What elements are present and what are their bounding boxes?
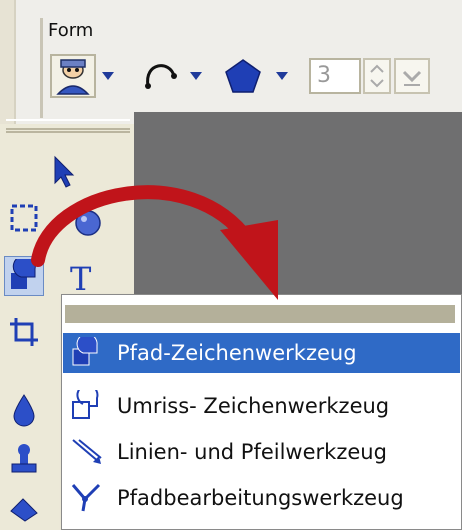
menu-item-label: Pfad-Zeichenwerkzeug [117,341,357,365]
bar-separator [0,0,16,124]
menu-item-line-arrow-tool[interactable]: Linien- und Pfeilwerkzeug [63,432,460,472]
sides-spinner-buttons[interactable] [363,58,391,94]
sides-count-input[interactable]: 3 [309,58,361,94]
form-group-label: Form [48,20,94,41]
group-divider [40,18,43,118]
shape-preset-button[interactable] [50,54,96,98]
toolbox-grip-line [6,127,130,133]
polygon-dropdown-arrow[interactable] [276,72,288,80]
curve-dropdown-arrow[interactable] [190,72,202,80]
filled-shape-icon [72,337,98,366]
fill-tool[interactable] [4,390,44,430]
crop-icon [10,318,38,346]
eraser-tool[interactable] [4,488,44,528]
menu-item-label: Pfadbearbeitungswerkzeug [117,486,404,510]
outline-shape-icon [72,390,99,419]
character-icon [56,59,90,95]
chevron-down-icon [402,70,422,86]
up-down-chevron-icon [370,64,384,88]
shape-preset-dropdown-arrow[interactable] [102,72,114,80]
menu-item-label: Umriss- Zeichenwerkzeug [117,394,390,418]
fill-drop-icon [13,394,35,427]
stamp-icon [11,444,37,473]
menu-item-path-drawing-tool[interactable]: Pfad-Zeichenwerkzeug [63,333,460,373]
stamp-tool[interactable] [4,440,44,480]
line-arrow-icon [72,439,102,464]
sides-dropdown-button[interactable] [394,58,430,94]
polygon-button[interactable] [222,56,264,96]
menu-item-outline-drawing-tool[interactable]: Umriss- Zeichenwerkzeug [63,386,460,426]
eraser-icon [10,498,38,522]
path-edit-icon [71,483,101,512]
pentagon-icon [225,59,261,93]
menu-item-label: Linien- und Pfeilwerkzeug [117,440,387,464]
curve-icon [145,64,177,89]
annotation-arrow [31,185,278,300]
curve-button[interactable] [140,56,180,96]
menu-item-path-edit-tool[interactable]: Pfadbearbeitungswerkzeug [63,478,460,518]
